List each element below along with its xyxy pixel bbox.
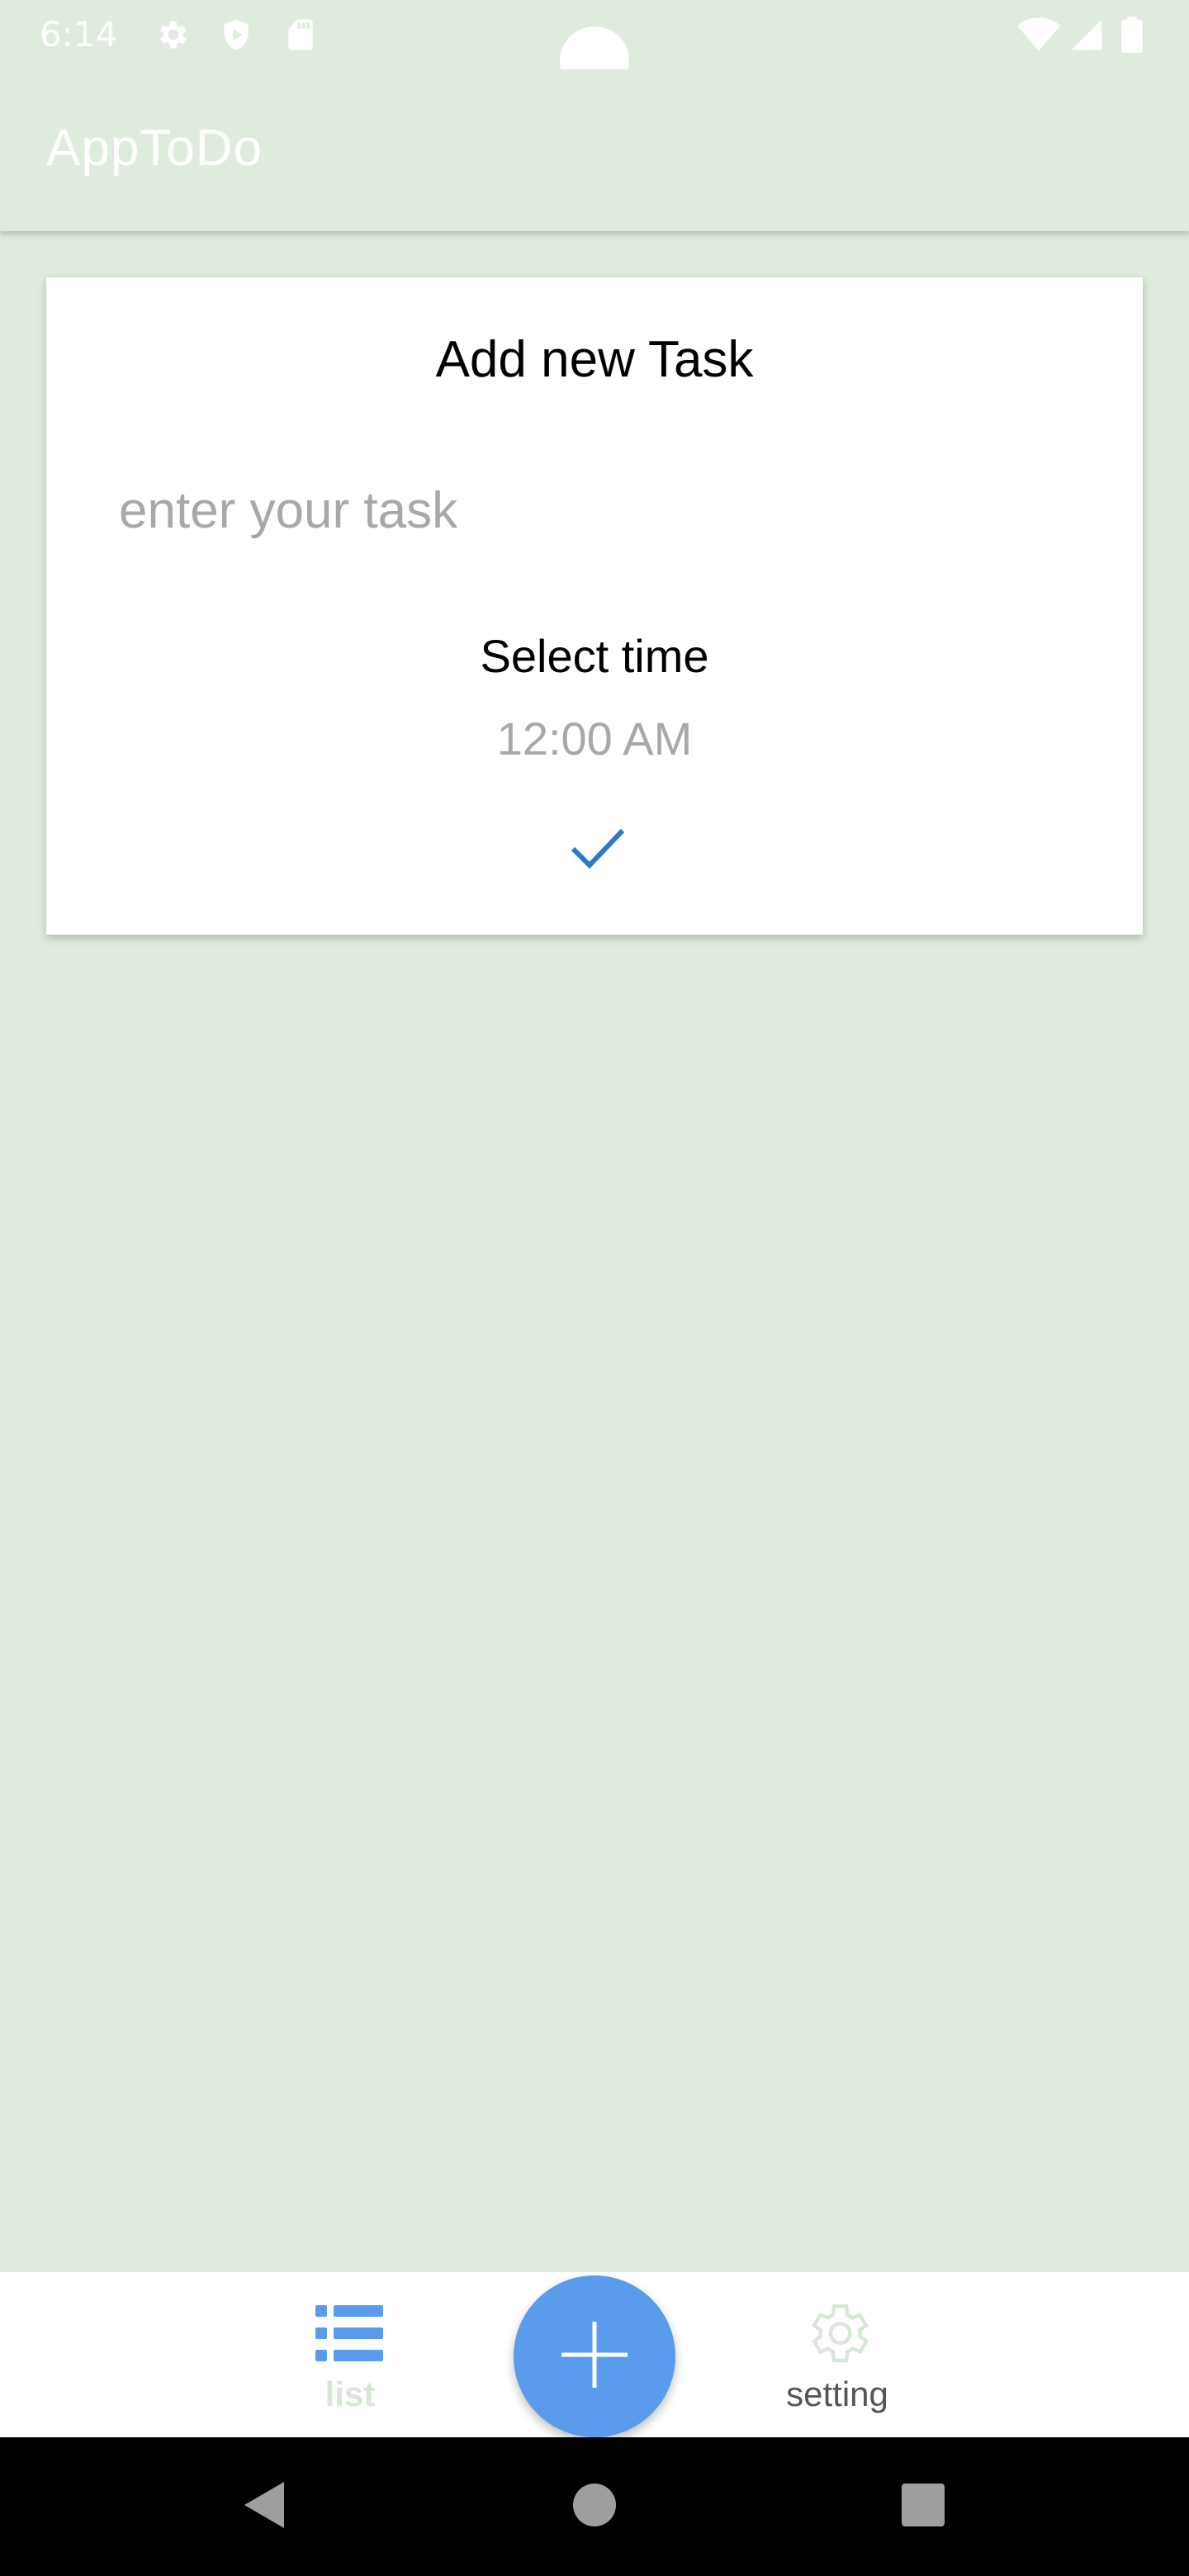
confirm-button[interactable] xyxy=(561,814,634,887)
nav-item-setting[interactable]: setting xyxy=(730,2272,945,2437)
time-value[interactable]: 12:00 AM xyxy=(476,712,713,765)
plus-icon xyxy=(558,2318,631,2394)
back-button[interactable] xyxy=(231,2474,297,2540)
home-icon xyxy=(571,2482,618,2531)
cell-signal-icon xyxy=(1068,17,1105,53)
task-input[interactable] xyxy=(119,469,1068,552)
list-icon xyxy=(314,2297,386,2370)
home-button[interactable] xyxy=(561,2474,628,2540)
sd-card-icon xyxy=(282,17,319,53)
status-time: 6:14 xyxy=(40,14,118,54)
shield-play-icon xyxy=(218,17,254,53)
gear-icon xyxy=(801,2297,874,2370)
add-task-fab[interactable] xyxy=(514,2275,675,2437)
add-task-card: Add new Task Select time 12:00 AM xyxy=(46,277,1143,935)
wifi-icon xyxy=(1017,17,1060,53)
select-time-label: Select time xyxy=(480,630,709,682)
app-title: AppToDo xyxy=(46,120,263,177)
status-bar: 6:14 xyxy=(0,0,1189,96)
check-icon xyxy=(570,826,626,875)
back-icon xyxy=(239,2479,289,2535)
recents-icon xyxy=(900,2482,946,2531)
nav-label-setting: setting xyxy=(786,2375,888,2413)
recents-button[interactable] xyxy=(890,2474,956,2540)
battery-icon xyxy=(1120,17,1144,53)
app-bar: AppToDo xyxy=(0,69,1189,231)
system-nav-bar xyxy=(0,2437,1189,2576)
settings-icon xyxy=(154,17,190,53)
card-title: Add new Task xyxy=(435,331,754,388)
nav-label-list: list xyxy=(324,2375,376,2413)
nav-item-list[interactable]: list xyxy=(243,2272,457,2437)
